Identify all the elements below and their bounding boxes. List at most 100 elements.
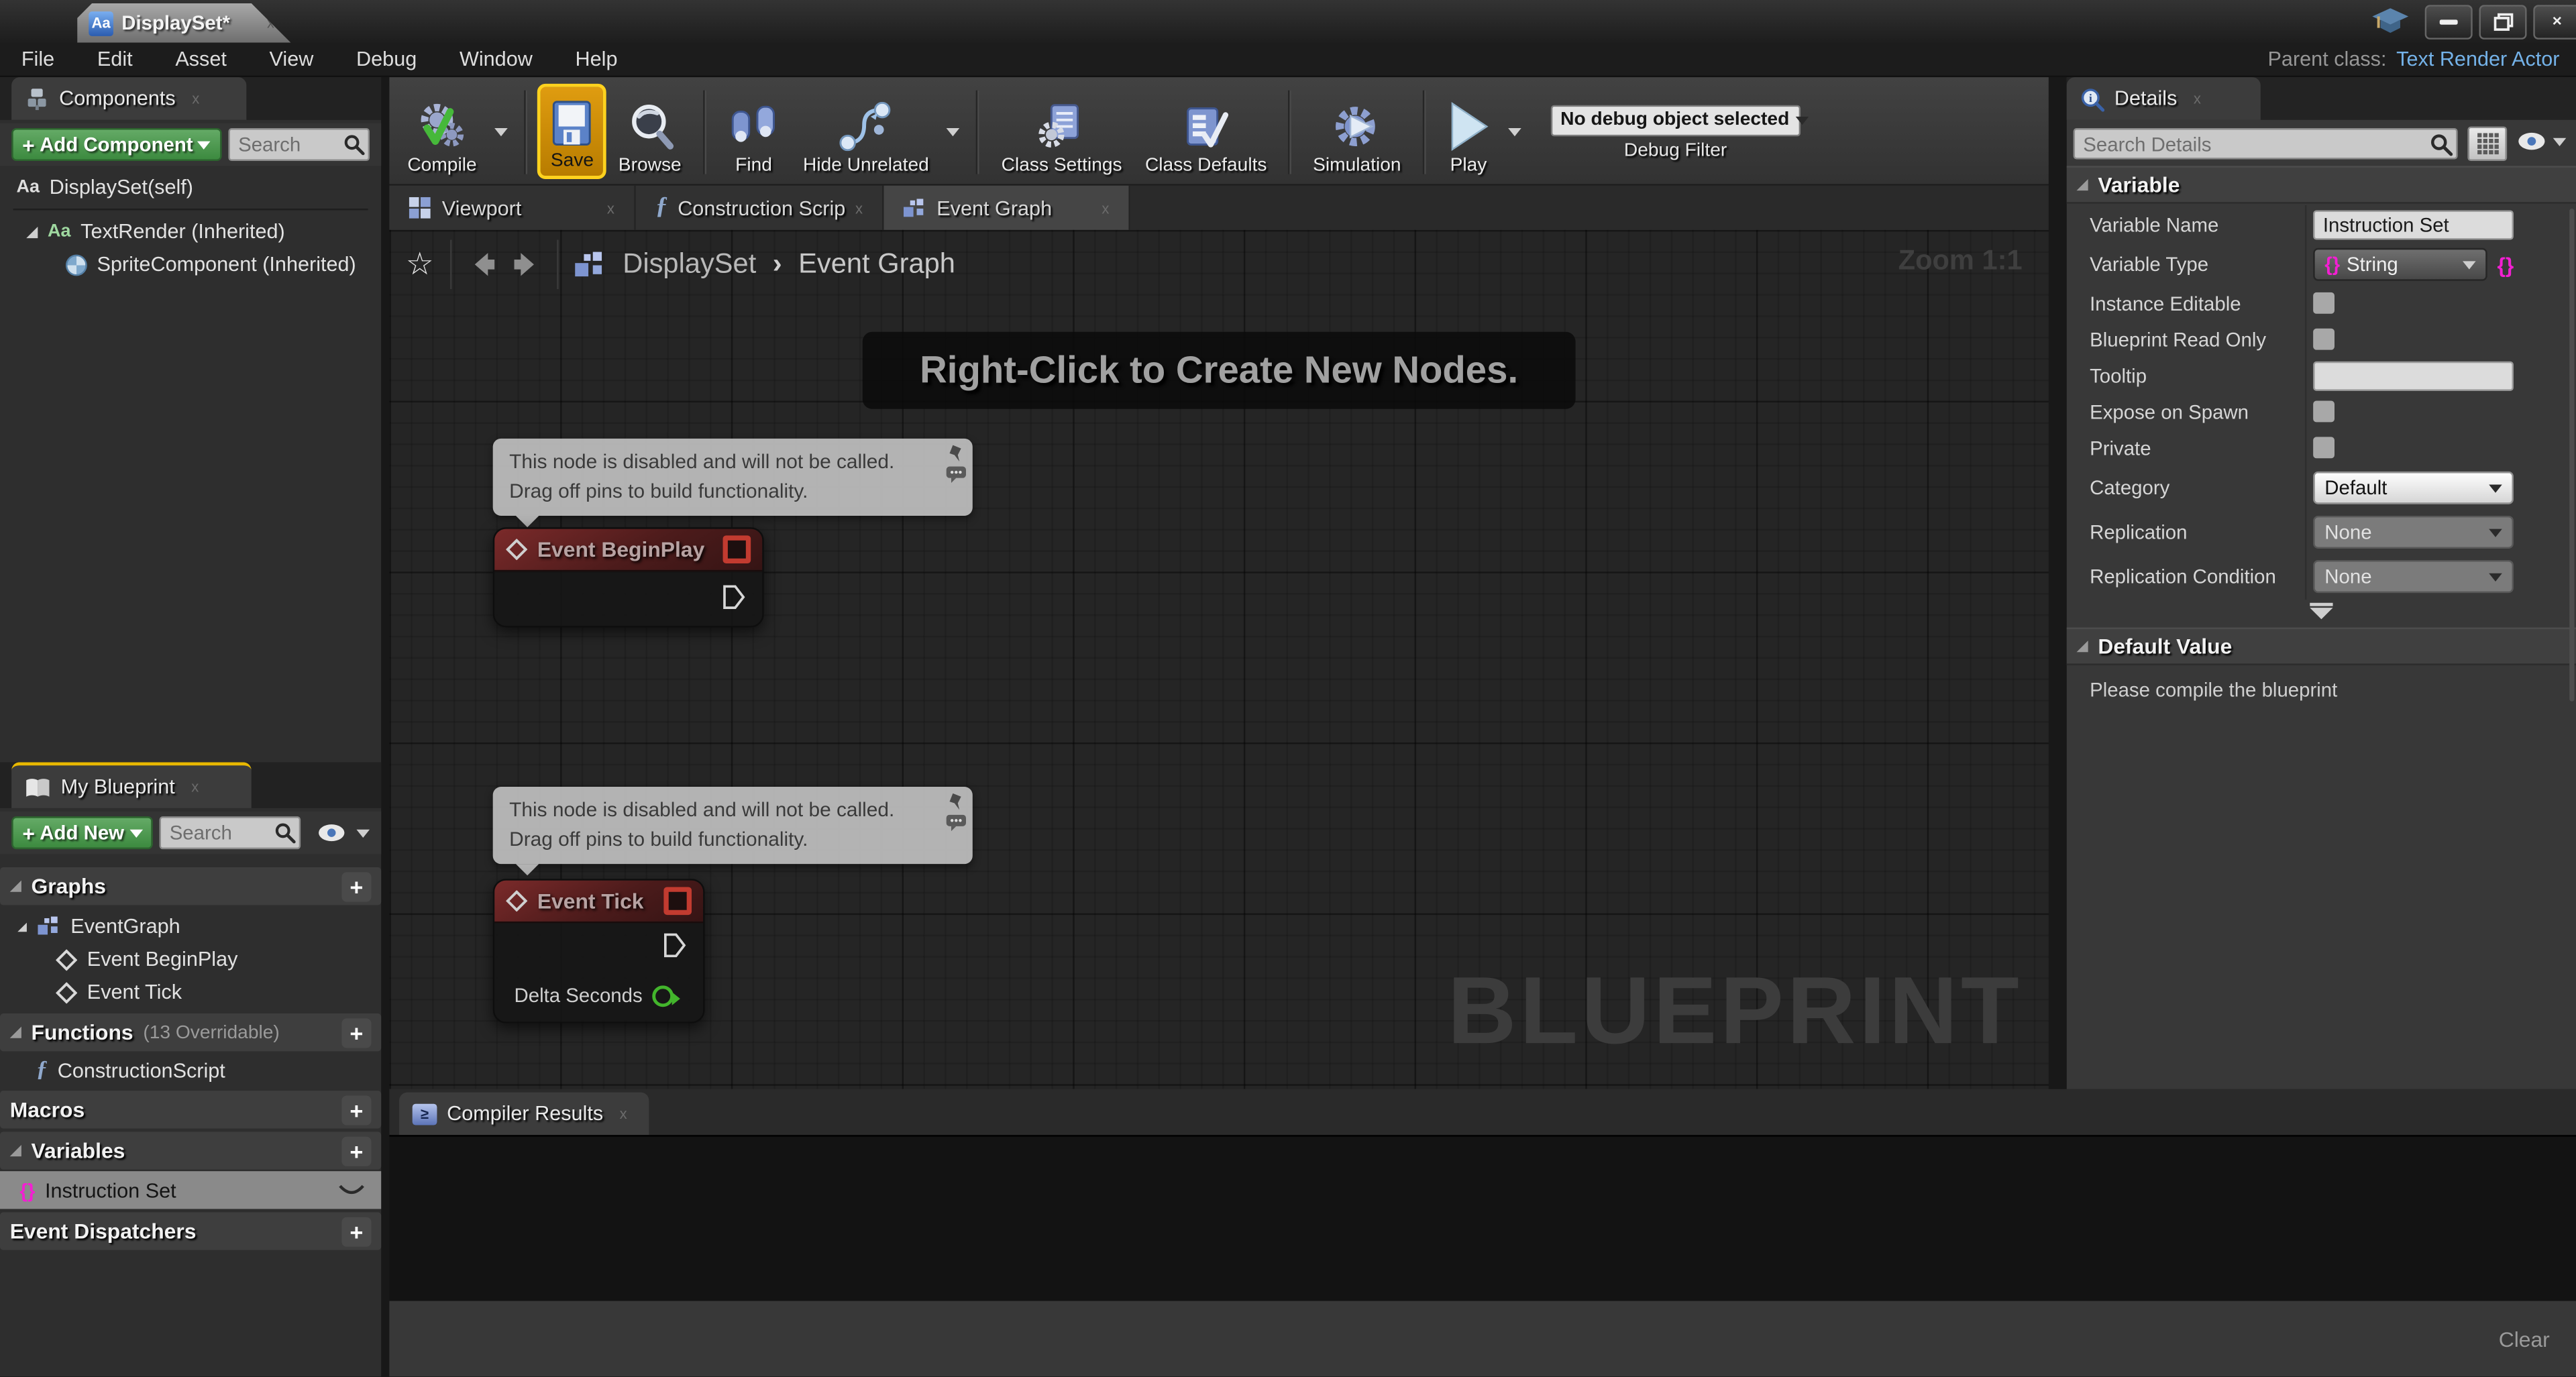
default-value-section-header[interactable]: Default Value — [2067, 628, 2576, 665]
tab-close-icon[interactable]: x — [855, 200, 863, 216]
favorite-star-icon[interactable]: ☆ — [406, 249, 434, 280]
component-item-self[interactable]: Aa DisplaySet(self) — [0, 171, 381, 204]
container-type-icon[interactable]: {} — [2497, 253, 2514, 278]
pin-icon[interactable] — [948, 791, 964, 811]
expose-on-spawn-checkbox[interactable] — [2313, 401, 2334, 423]
comment-bubble-icon[interactable] — [947, 467, 966, 483]
add-function-button[interactable]: + — [341, 1017, 371, 1047]
document-tab-displayset[interactable]: Aa DisplaySet* x — [77, 3, 290, 43]
add-component-button[interactable]: + Add Component — [11, 128, 221, 161]
back-arrow-icon[interactable] — [468, 248, 496, 281]
replication-dropdown[interactable]: None — [2313, 516, 2514, 549]
compile-options-chevron-icon[interactable] — [488, 80, 515, 184]
class-settings-button[interactable]: Class Settings — [989, 80, 1133, 184]
chevron-down-icon[interactable] — [356, 829, 370, 837]
tab-event-graph[interactable]: Event Graph x — [884, 186, 1130, 230]
expand-triangle-icon[interactable] — [17, 922, 27, 931]
my-blueprint-search-input[interactable] — [170, 818, 275, 848]
menu-asset[interactable]: Asset — [154, 48, 248, 70]
advanced-expander[interactable] — [2067, 600, 2576, 622]
event-beginplay-item[interactable]: Event BeginPlay — [0, 941, 381, 977]
event-tick-node[interactable]: Event Tick Delta Seconds — [493, 879, 705, 1024]
tooltip-input[interactable] — [2313, 362, 2514, 391]
close-button[interactable]: × — [2533, 5, 2576, 39]
eventgraph-item[interactable]: EventGraph — [0, 908, 381, 944]
variable-instruction-set-item[interactable]: {} Instruction Set — [0, 1171, 381, 1209]
components-tab-close-icon[interactable]: x — [192, 91, 199, 107]
play-options-chevron-icon[interactable] — [1501, 80, 1527, 184]
compiler-results-tab[interactable]: ≥ Compiler Results x — [399, 1093, 649, 1136]
details-tab[interactable]: i Details x — [2067, 77, 2261, 120]
details-search-box[interactable] — [2074, 128, 2458, 160]
details-tab-close-icon[interactable]: x — [2194, 91, 2201, 107]
exec-output-pin[interactable] — [721, 583, 746, 611]
functions-section-header[interactable]: Functions (13 Overridable) + — [0, 1013, 381, 1051]
menu-help[interactable]: Help — [554, 48, 639, 70]
clear-button[interactable]: Clear — [2499, 1327, 2550, 1352]
details-view-options[interactable] — [2517, 131, 2566, 151]
menu-edit[interactable]: Edit — [76, 48, 154, 70]
property-matrix-button[interactable] — [2467, 127, 2507, 161]
my-blueprint-tab-close-icon[interactable]: x — [191, 779, 199, 795]
instance-editable-checkbox[interactable] — [2313, 292, 2334, 314]
float-output-pin[interactable] — [652, 985, 674, 1006]
class-defaults-button[interactable]: Class Defaults — [1134, 80, 1279, 184]
document-tab-close-icon[interactable]: x — [267, 15, 274, 31]
forward-arrow-icon[interactable] — [513, 248, 541, 281]
add-graph-button[interactable]: + — [341, 871, 371, 901]
tutorial-graduation-cap-icon[interactable] — [2372, 8, 2408, 42]
my-blueprint-search-box[interactable] — [160, 816, 301, 849]
save-button[interactable]: Save — [537, 84, 606, 179]
component-item-textrender[interactable]: Aa TextRender (Inherited) — [0, 215, 381, 248]
variable-name-input[interactable] — [2313, 210, 2514, 239]
menu-file[interactable]: File — [0, 48, 76, 70]
debug-object-dropdown[interactable]: No debug object selected — [1550, 105, 1800, 136]
variable-type-dropdown[interactable]: {} String — [2313, 248, 2487, 281]
add-event-dispatcher-button[interactable]: + — [341, 1216, 371, 1246]
menu-debug[interactable]: Debug — [335, 48, 438, 70]
find-button[interactable]: Find — [716, 80, 792, 184]
hide-unrelated-options-chevron-icon[interactable] — [941, 80, 967, 184]
breadcrumb-root[interactable]: DisplaySet — [623, 248, 756, 281]
variable-section-header[interactable]: Variable — [2067, 166, 2576, 203]
event-graph-canvas[interactable]: ☆ DisplaySet › Event Graph Zoom 1:1 Righ… — [389, 230, 2048, 1089]
minimize-button[interactable] — [2425, 5, 2473, 39]
tab-close-icon[interactable]: x — [607, 200, 614, 216]
component-item-sprite[interactable]: SpriteComponent (Inherited) — [0, 248, 381, 281]
expand-triangle-icon[interactable] — [2077, 179, 2088, 190]
event-dispatchers-section-header[interactable]: Event Dispatchers + — [0, 1212, 381, 1250]
event-tick-item[interactable]: Event Tick — [0, 974, 381, 1010]
delta-seconds-pin-row[interactable]: Delta Seconds — [515, 984, 674, 1007]
macros-section-header[interactable]: Macros + — [0, 1091, 381, 1128]
exec-output-pin[interactable] — [662, 932, 687, 960]
menu-view[interactable]: View — [248, 48, 335, 70]
compiler-results-tab-close-icon[interactable]: x — [620, 1105, 627, 1121]
details-search-input[interactable] — [2083, 129, 2431, 158]
expand-triangle-icon[interactable] — [26, 226, 38, 237]
play-button[interactable]: Play — [1436, 80, 1501, 184]
details-scrollbar[interactable] — [2569, 209, 2574, 702]
category-dropdown[interactable]: Default — [2313, 472, 2514, 504]
tab-viewport[interactable]: Viewport x — [389, 186, 635, 230]
variables-section-header[interactable]: Variables + — [0, 1132, 381, 1169]
title-bar[interactable]: Aa DisplaySet* x × — [0, 0, 2576, 43]
add-variable-button[interactable]: + — [341, 1136, 371, 1165]
blueprint-read-only-checkbox[interactable] — [2313, 329, 2334, 350]
event-beginplay-node[interactable]: Event BeginPlay — [493, 527, 764, 627]
tab-construction-script[interactable]: ƒ Construction Scrip x — [636, 186, 884, 230]
compiler-results-log[interactable] — [389, 1135, 2576, 1303]
tab-close-icon[interactable]: x — [1102, 200, 1109, 216]
event-tick-node-header[interactable]: Event Tick — [494, 881, 703, 924]
add-macro-button[interactable]: + — [341, 1095, 371, 1124]
parent-class-link[interactable]: Text Render Actor — [2396, 48, 2559, 70]
panel-divider-right[interactable] — [2049, 77, 2067, 1089]
construction-script-item[interactable]: ƒ ConstructionScript — [0, 1053, 381, 1089]
comment-bubble-icon[interactable] — [947, 815, 966, 831]
my-blueprint-tab[interactable]: My Blueprint x — [11, 762, 252, 808]
expand-triangle-icon[interactable] — [10, 1145, 21, 1156]
restore-button[interactable] — [2479, 5, 2527, 39]
compile-button[interactable]: Compile — [396, 80, 488, 184]
visibility-eye-icon[interactable] — [318, 823, 347, 842]
private-checkbox[interactable] — [2313, 437, 2334, 458]
pin-icon[interactable] — [948, 443, 964, 463]
